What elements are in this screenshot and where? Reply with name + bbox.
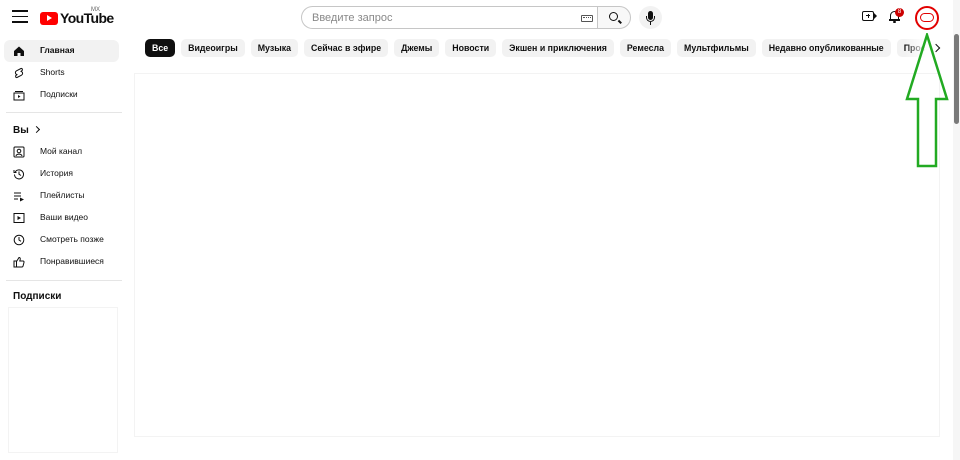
youtube-play-icon [40, 11, 58, 25]
scrollbar[interactable] [953, 0, 960, 460]
annotation-arrow-icon [905, 33, 949, 168]
avatar[interactable] [915, 6, 939, 30]
avatar-image [920, 13, 934, 22]
chip-9[interactable]: Недавно опубликованные [761, 39, 891, 57]
sidebar-item-liked[interactable]: Понравившиеся [4, 251, 119, 273]
your-videos-icon [13, 213, 25, 223]
sidebar-item-home[interactable]: Главная [4, 40, 119, 62]
you-title-text: Вы [13, 125, 29, 136]
sidebar-item-shorts[interactable]: Shorts [4, 62, 119, 84]
search-button[interactable] [597, 6, 631, 29]
sidebar-item-label: Ваши видео [40, 212, 89, 222]
search-icon [609, 12, 618, 21]
sidebar-item-label: Смотреть позже [40, 234, 104, 244]
chip-3[interactable]: Сейчас в эфире [304, 39, 389, 57]
top-bar: YouTube MX 8 [0, 0, 960, 36]
search-box [301, 6, 597, 29]
create-icon[interactable] [862, 11, 877, 21]
video-grid [134, 73, 940, 437]
sidebar-item-your-videos[interactable]: Ваши видео [4, 207, 119, 229]
sidebar-item-my-channel[interactable]: Мой канал [4, 141, 119, 163]
sidebar-divider [6, 112, 122, 113]
sidebar-divider [6, 280, 122, 281]
voice-search-button[interactable] [639, 6, 662, 29]
sidebar-item-label: Плейлисты [40, 190, 85, 200]
home-icon [14, 46, 24, 56]
chip-7[interactable]: Ремесла [619, 39, 671, 57]
sidebar-item-watch-later[interactable]: Смотреть позже [4, 229, 119, 251]
scrollbar-thumb[interactable] [954, 34, 959, 124]
watch-later-icon [13, 234, 25, 246]
channel-icon [13, 146, 25, 158]
subscriptions-icon [13, 91, 25, 101]
search-input[interactable] [312, 7, 572, 28]
menu-icon[interactable] [12, 10, 28, 24]
chip-5[interactable]: Новости [445, 39, 497, 57]
chip-0[interactable]: Все [145, 39, 176, 57]
liked-icon [13, 256, 25, 268]
shorts-icon [14, 67, 24, 79]
sidebar-item-subscriptions[interactable]: Подписки [4, 84, 119, 106]
sidebar-item-playlists[interactable]: Плейлисты [4, 185, 119, 207]
sidebar: Главная Shorts Подписки Вы Мой канал Ист… [0, 36, 128, 460]
notification-badge: 8 [895, 8, 904, 17]
chip-4[interactable]: Джемы [394, 39, 440, 57]
sidebar-item-label: Главная [40, 45, 75, 55]
you-section-title[interactable]: Вы [13, 125, 40, 136]
chip-8[interactable]: Мультфильмы [677, 39, 756, 57]
sidebar-item-label: История [40, 168, 73, 178]
subscriptions-list [8, 307, 118, 453]
chip-1[interactable]: Видеоигры [181, 39, 245, 57]
chip-bar: Все Видеоигры Музыка Сейчас в эфире Джемы Нов… [145, 39, 935, 58]
youtube-logo[interactable]: YouTube MX [40, 7, 114, 26]
sidebar-item-label: Мой канал [40, 146, 83, 156]
subscriptions-section-title: Подписки [13, 291, 62, 302]
playlists-icon [14, 192, 24, 202]
chevron-right-icon [32, 125, 40, 134]
logo-text: YouTube [60, 10, 114, 26]
history-icon [13, 169, 24, 180]
chip-6[interactable]: Экшен и приключения [502, 39, 614, 57]
sidebar-item-label: Понравившиеся [40, 256, 104, 266]
chip-2[interactable]: Музыка [250, 39, 299, 57]
sidebar-item-history[interactable]: История [4, 163, 119, 185]
region-code: MX [91, 7, 100, 13]
sidebar-item-label: Shorts [40, 67, 65, 77]
keyboard-icon[interactable] [581, 15, 593, 22]
sidebar-item-label: Подписки [40, 89, 78, 99]
